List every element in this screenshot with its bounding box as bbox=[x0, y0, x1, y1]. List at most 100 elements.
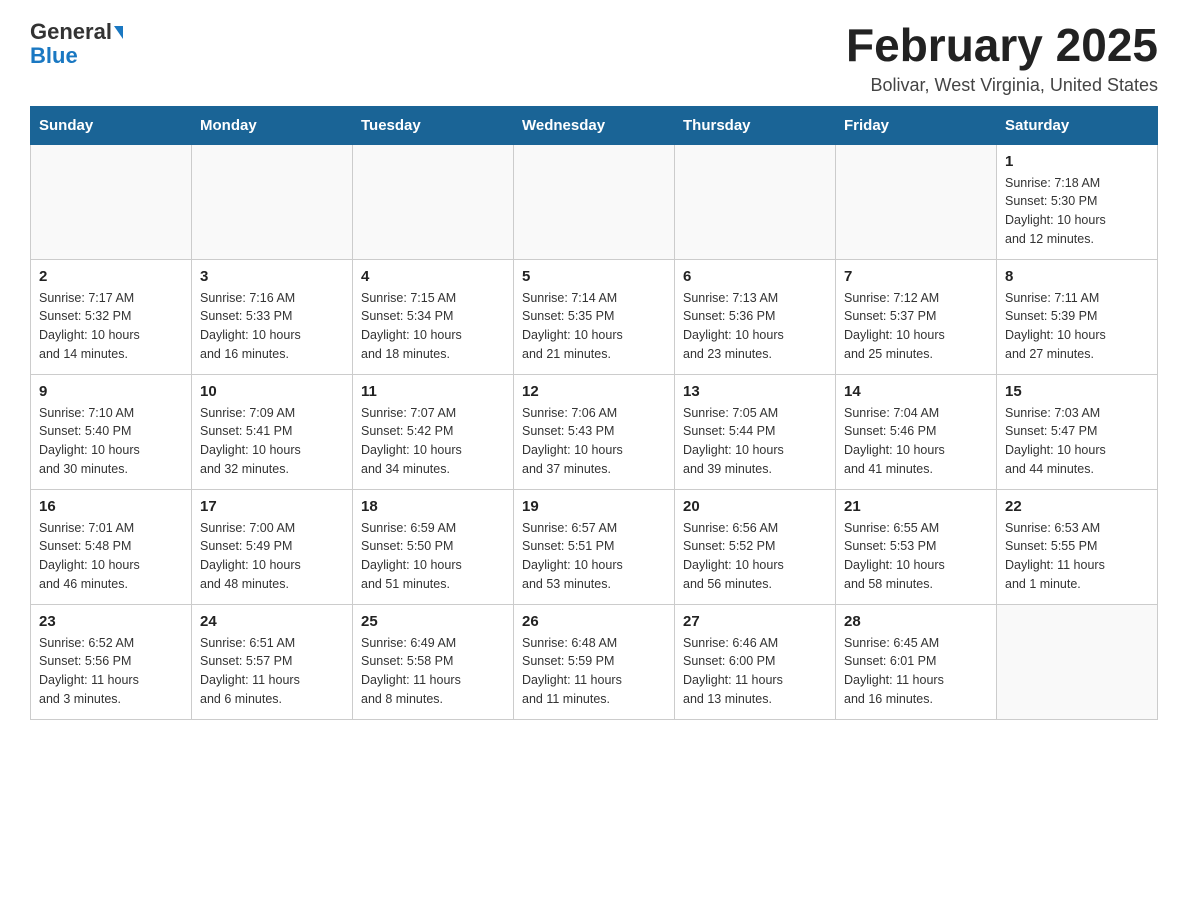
day-info: Sunrise: 6:53 AMSunset: 5:55 PMDaylight:… bbox=[1005, 519, 1149, 594]
day-number: 6 bbox=[683, 268, 827, 285]
calendar-cell: 5 Sunrise: 7:14 AMSunset: 5:35 PMDaylight… bbox=[514, 259, 675, 374]
location-subtitle: Bolivar, West Virginia, United States bbox=[846, 75, 1158, 96]
day-info: Sunrise: 6:56 AMSunset: 5:52 PMDaylight:… bbox=[683, 519, 827, 594]
calendar-cell: 15 Sunrise: 7:03 AMSunset: 5:47 PMDayligh… bbox=[997, 374, 1158, 489]
calendar-cell: 7Sunrise: 7:12 AMSunset: 5:37 PMDaylight… bbox=[836, 259, 997, 374]
day-number: 15 bbox=[1005, 383, 1149, 400]
day-info: Sunrise: 6:45 AMSunset: 6:01 PMDaylight:… bbox=[844, 634, 988, 709]
calendar-cell: 13 Sunrise: 7:05 AMSunset: 5:44 PMDayligh… bbox=[675, 374, 836, 489]
calendar-cell: 9 Sunrise: 7:10 AMSunset: 5:40 PMDaylight… bbox=[31, 374, 192, 489]
day-number: 5 bbox=[522, 268, 666, 285]
day-number: 17 bbox=[200, 498, 344, 515]
day-info: Sunrise: 6:52 AMSunset: 5:56 PMDaylight:… bbox=[39, 634, 183, 709]
day-info: Sunrise: 7:11 AMSunset: 5:39 PMDaylight:… bbox=[1005, 289, 1149, 364]
logo: General Blue bbox=[30, 20, 123, 68]
calendar-week-row: 9 Sunrise: 7:10 AMSunset: 5:40 PMDaylight… bbox=[31, 374, 1158, 489]
day-info: Sunrise: 7:15 AMSunset: 5:34 PMDaylight:… bbox=[361, 289, 505, 364]
title-area: February 2025 Bolivar, West Virginia, Un… bbox=[846, 20, 1158, 96]
day-info: Sunrise: 6:57 AMSunset: 5:51 PMDaylight:… bbox=[522, 519, 666, 594]
calendar-week-row: 23 Sunrise: 6:52 AMSunset: 5:56 PMDayligh… bbox=[31, 604, 1158, 719]
day-number: 16 bbox=[39, 498, 183, 515]
day-number: 23 bbox=[39, 613, 183, 630]
day-number: 25 bbox=[361, 613, 505, 630]
day-info: Sunrise: 6:59 AMSunset: 5:50 PMDaylight:… bbox=[361, 519, 505, 594]
calendar-cell bbox=[836, 144, 997, 259]
calendar-cell: 6 Sunrise: 7:13 AMSunset: 5:36 PMDaylight… bbox=[675, 259, 836, 374]
day-number: 12 bbox=[522, 383, 666, 400]
calendar-cell: 25 Sunrise: 6:49 AMSunset: 5:58 PMDayligh… bbox=[353, 604, 514, 719]
calendar-header-friday: Friday bbox=[836, 106, 997, 144]
day-number: 20 bbox=[683, 498, 827, 515]
calendar-cell bbox=[31, 144, 192, 259]
calendar-cell bbox=[675, 144, 836, 259]
calendar-cell: 26 Sunrise: 6:48 AMSunset: 5:59 PMDayligh… bbox=[514, 604, 675, 719]
logo-general-text: General bbox=[30, 20, 112, 44]
calendar-header-wednesday: Wednesday bbox=[514, 106, 675, 144]
calendar-cell: 14 Sunrise: 7:04 AMSunset: 5:46 PMDayligh… bbox=[836, 374, 997, 489]
day-number: 26 bbox=[522, 613, 666, 630]
day-info: Sunrise: 7:01 AMSunset: 5:48 PMDaylight:… bbox=[39, 519, 183, 594]
day-number: 22 bbox=[1005, 498, 1149, 515]
calendar-cell: 3Sunrise: 7:16 AMSunset: 5:33 PMDaylight… bbox=[192, 259, 353, 374]
calendar-cell: 2 Sunrise: 7:17 AMSunset: 5:32 PMDaylight… bbox=[31, 259, 192, 374]
day-number: 14 bbox=[844, 383, 988, 400]
calendar-cell: 17Sunrise: 7:00 AMSunset: 5:49 PMDayligh… bbox=[192, 489, 353, 604]
calendar-cell: 19 Sunrise: 6:57 AMSunset: 5:51 PMDayligh… bbox=[514, 489, 675, 604]
day-info: Sunrise: 7:18 AMSunset: 5:30 PMDaylight:… bbox=[1005, 174, 1149, 249]
calendar-header-thursday: Thursday bbox=[675, 106, 836, 144]
day-number: 19 bbox=[522, 498, 666, 515]
calendar-cell: 20 Sunrise: 6:56 AMSunset: 5:52 PMDayligh… bbox=[675, 489, 836, 604]
calendar-header-saturday: Saturday bbox=[997, 106, 1158, 144]
calendar-cell: 10 Sunrise: 7:09 AMSunset: 5:41 PMDayligh… bbox=[192, 374, 353, 489]
day-number: 10 bbox=[200, 383, 344, 400]
calendar-cell: 23 Sunrise: 6:52 AMSunset: 5:56 PMDayligh… bbox=[31, 604, 192, 719]
day-info: Sunrise: 6:48 AMSunset: 5:59 PMDaylight:… bbox=[522, 634, 666, 709]
calendar-header-monday: Monday bbox=[192, 106, 353, 144]
day-info: Sunrise: 7:13 AMSunset: 5:36 PMDaylight:… bbox=[683, 289, 827, 364]
day-info: Sunrise: 7:07 AMSunset: 5:42 PMDaylight:… bbox=[361, 404, 505, 479]
day-info: Sunrise: 6:55 AMSunset: 5:53 PMDaylight:… bbox=[844, 519, 988, 594]
calendar-cell: 28 Sunrise: 6:45 AMSunset: 6:01 PMDayligh… bbox=[836, 604, 997, 719]
calendar-cell: 16 Sunrise: 7:01 AMSunset: 5:48 PMDayligh… bbox=[31, 489, 192, 604]
calendar-header-tuesday: Tuesday bbox=[353, 106, 514, 144]
day-info: Sunrise: 7:09 AMSunset: 5:41 PMDaylight:… bbox=[200, 404, 344, 479]
calendar-cell bbox=[353, 144, 514, 259]
day-number: 28 bbox=[844, 613, 988, 630]
day-number: 27 bbox=[683, 613, 827, 630]
day-info: Sunrise: 7:04 AMSunset: 5:46 PMDaylight:… bbox=[844, 404, 988, 479]
day-number: 2 bbox=[39, 268, 183, 285]
calendar-cell: 21 Sunrise: 6:55 AMSunset: 5:53 PMDayligh… bbox=[836, 489, 997, 604]
page-header: General Blue February 2025 Bolivar, West… bbox=[30, 20, 1158, 96]
calendar-week-row: 16 Sunrise: 7:01 AMSunset: 5:48 PMDayligh… bbox=[31, 489, 1158, 604]
calendar-cell: 18 Sunrise: 6:59 AMSunset: 5:50 PMDayligh… bbox=[353, 489, 514, 604]
day-number: 24 bbox=[200, 613, 344, 630]
day-number: 13 bbox=[683, 383, 827, 400]
calendar-cell bbox=[192, 144, 353, 259]
calendar-cell: 8 Sunrise: 7:11 AMSunset: 5:39 PMDaylight… bbox=[997, 259, 1158, 374]
day-info: Sunrise: 7:06 AMSunset: 5:43 PMDaylight:… bbox=[522, 404, 666, 479]
day-info: Sunrise: 6:46 AMSunset: 6:00 PMDaylight:… bbox=[683, 634, 827, 709]
day-number: 1 bbox=[1005, 153, 1149, 170]
day-number: 9 bbox=[39, 383, 183, 400]
day-info: Sunrise: 7:03 AMSunset: 5:47 PMDaylight:… bbox=[1005, 404, 1149, 479]
day-info: Sunrise: 7:17 AMSunset: 5:32 PMDaylight:… bbox=[39, 289, 183, 364]
day-number: 18 bbox=[361, 498, 505, 515]
logo-blue-text: Blue bbox=[30, 44, 78, 68]
calendar-header-sunday: Sunday bbox=[31, 106, 192, 144]
calendar-cell: 1 Sunrise: 7:18 AMSunset: 5:30 PMDaylight… bbox=[997, 144, 1158, 259]
calendar-cell: 27 Sunrise: 6:46 AMSunset: 6:00 PMDayligh… bbox=[675, 604, 836, 719]
day-info: Sunrise: 7:14 AMSunset: 5:35 PMDaylight:… bbox=[522, 289, 666, 364]
calendar-cell: 11 Sunrise: 7:07 AMSunset: 5:42 PMDayligh… bbox=[353, 374, 514, 489]
calendar-cell: 4 Sunrise: 7:15 AMSunset: 5:34 PMDaylight… bbox=[353, 259, 514, 374]
calendar-cell: 22 Sunrise: 6:53 AMSunset: 5:55 PMDayligh… bbox=[997, 489, 1158, 604]
day-number: 7 bbox=[844, 268, 988, 285]
day-number: 8 bbox=[1005, 268, 1149, 285]
day-number: 4 bbox=[361, 268, 505, 285]
day-number: 11 bbox=[361, 383, 505, 400]
day-info: Sunrise: 7:05 AMSunset: 5:44 PMDaylight:… bbox=[683, 404, 827, 479]
calendar-cell bbox=[514, 144, 675, 259]
day-info: Sunrise: 6:49 AMSunset: 5:58 PMDaylight:… bbox=[361, 634, 505, 709]
logo-triangle-icon bbox=[114, 26, 123, 39]
day-info: Sunrise: 7:10 AMSunset: 5:40 PMDaylight:… bbox=[39, 404, 183, 479]
day-number: 21 bbox=[844, 498, 988, 515]
